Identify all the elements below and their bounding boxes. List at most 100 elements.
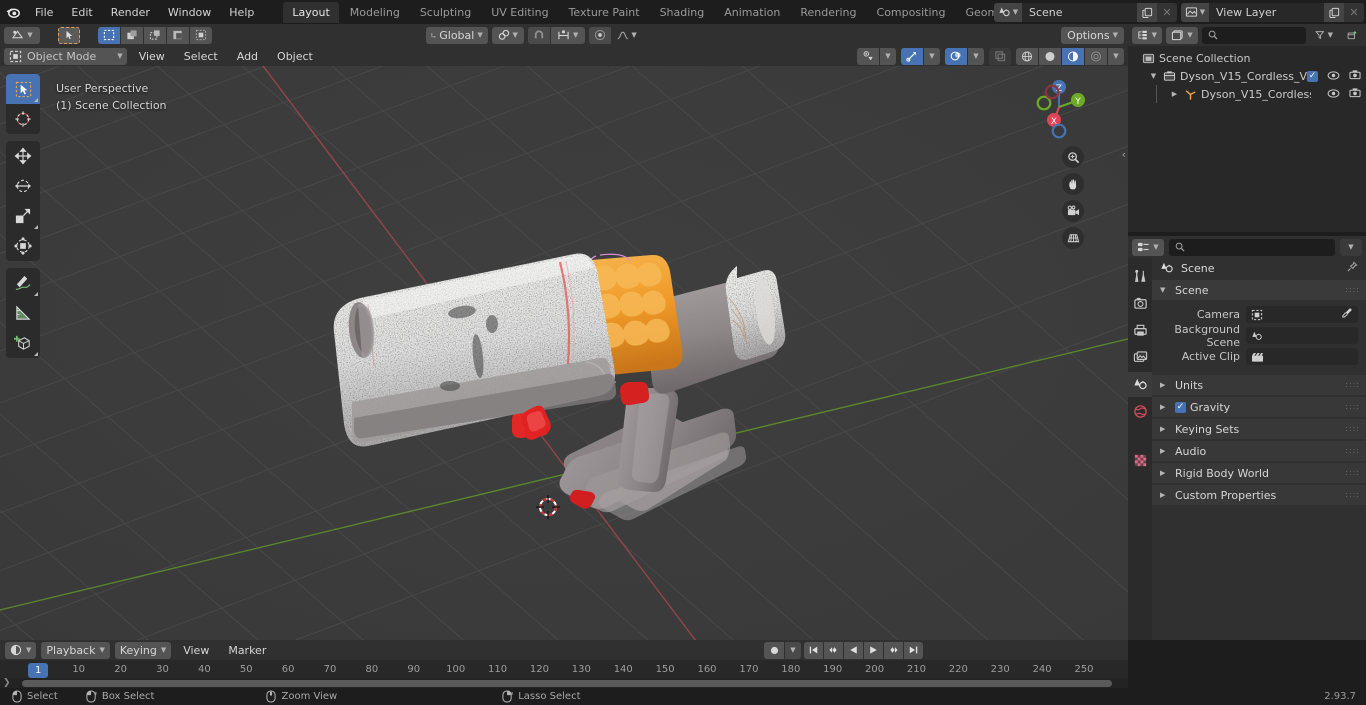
outliner-row-scene-collection[interactable]: Scene Collection [1128, 49, 1366, 67]
proportional-edit-icon[interactable] [588, 26, 611, 44]
playback-menu[interactable]: Playback ▼ [41, 641, 110, 659]
properties-panel[interactable]: Scene ▼ Scene :::: Camera Background Sce… [1152, 258, 1366, 640]
timeline-menu-marker[interactable]: Marker [221, 642, 273, 659]
prev-keyframe-icon[interactable] [824, 641, 843, 659]
options-button[interactable]: Options ▼ [1061, 26, 1124, 44]
object-expand-toggle[interactable]: ▶ [1169, 90, 1180, 98]
outliner-row-collection[interactable]: ▼ Dyson_V15_Cordless_Vacuum ✓ [1128, 67, 1366, 85]
auto-keying-icon[interactable] [764, 641, 784, 659]
material-preview-icon[interactable] [1062, 47, 1084, 65]
timeline-playhead[interactable]: 1 [28, 663, 49, 678]
play-reverse-icon[interactable] [844, 641, 863, 659]
panel-keying-sets-header[interactable]: ▶ Keying Sets :::: [1152, 419, 1366, 439]
magnet-icon[interactable] [527, 26, 550, 44]
visibility-icon[interactable] [857, 47, 879, 65]
menu-file[interactable]: File [26, 3, 62, 22]
active-clip-field[interactable] [1246, 348, 1358, 365]
toggle-ortho-icon[interactable] [1062, 227, 1084, 249]
view-layer-name-field[interactable]: View Layer [1209, 2, 1324, 22]
select-intersect-icon[interactable] [190, 26, 212, 44]
scene-selector[interactable]: ▼ Scene ✕ [994, 2, 1177, 22]
tool-annotate[interactable] [6, 268, 40, 298]
tab-sculpting[interactable]: Sculpting [411, 2, 480, 23]
pin-icon[interactable] [1346, 260, 1358, 276]
new-collection-icon[interactable] [1342, 27, 1362, 44]
timeline-expand-arrow[interactable]: ❯ [3, 678, 11, 688]
3d-viewport[interactable]: User Perspective (1) Scene Collection Z … [0, 66, 1128, 640]
eye-icon[interactable] [1327, 70, 1340, 83]
tab-world[interactable] [1128, 399, 1152, 424]
blender-logo-icon[interactable] [0, 0, 26, 24]
tab-uv-editing[interactable]: UV Editing [482, 2, 557, 23]
timeline-scrollbar[interactable] [22, 680, 1112, 687]
panel-drag-handle[interactable]: :::: [1345, 381, 1360, 389]
panel-drag-handle[interactable]: :::: [1345, 469, 1360, 477]
select-set-icon[interactable] [98, 26, 120, 44]
tab-rendering[interactable]: Rendering [791, 2, 865, 23]
keying-menu[interactable]: Keying ▼ [114, 641, 172, 659]
tool-cursor[interactable] [6, 104, 40, 134]
tab-texture[interactable] [1128, 448, 1152, 473]
viewport-menu-select[interactable]: Select [177, 48, 225, 65]
tab-texture-paint[interactable]: Texture Paint [560, 2, 649, 23]
tab-render[interactable] [1128, 291, 1152, 316]
outliner[interactable]: Scene Collection ▼ Dyson_V15_Cordless_Va… [1128, 46, 1366, 232]
jump-start-icon[interactable] [804, 641, 823, 659]
panel-scene-header[interactable]: ▼ Scene :::: [1152, 280, 1366, 300]
outliner-row-object[interactable]: ▶ Dyson_V15_Cordless_Va [1128, 85, 1366, 103]
tab-modeling[interactable]: Modeling [341, 2, 409, 23]
falloff-selector[interactable]: ▼ [612, 27, 642, 44]
camera-field[interactable] [1246, 306, 1358, 323]
properties-search-input[interactable] [1169, 238, 1335, 256]
solid-icon[interactable] [1039, 47, 1061, 65]
tab-layout[interactable]: Layout [283, 1, 339, 23]
snap-pivot-button[interactable]: ▼ [491, 26, 524, 44]
panel-drag-handle[interactable]: :::: [1345, 447, 1360, 455]
tab-scene[interactable] [1128, 372, 1152, 397]
camera-render-icon[interactable] [1349, 69, 1361, 83]
viewport-menu-view[interactable]: View [132, 48, 172, 65]
background-scene-field[interactable] [1246, 327, 1358, 344]
new-scene-button[interactable] [1137, 2, 1157, 22]
tab-output[interactable] [1128, 318, 1152, 343]
panel-gravity-header[interactable]: ▶ ✓ Gravity :::: [1152, 397, 1366, 417]
eye-icon[interactable] [1327, 88, 1340, 101]
collection-expand-toggle[interactable]: ▼ [1148, 72, 1159, 80]
outliner-editor-type[interactable]: ▼ [1132, 26, 1162, 44]
tab-compositing[interactable]: Compositing [868, 2, 955, 23]
select-subtract-icon[interactable] [144, 26, 166, 44]
shading-dropdown[interactable]: ▼ [1108, 47, 1124, 65]
snap-target-selector[interactable]: ▼ [550, 26, 585, 44]
filter-icon[interactable]: ▼ [1310, 27, 1338, 44]
timeline-editor-type[interactable]: ▼ [5, 641, 37, 659]
camera-view-icon[interactable] [1062, 200, 1084, 222]
camera-render-icon[interactable] [1349, 87, 1361, 101]
viewport-menu-add[interactable]: Add [230, 48, 265, 65]
panel-drag-handle[interactable]: :::: [1345, 403, 1360, 411]
xray-toggle-icon[interactable] [989, 47, 1011, 65]
menu-render[interactable]: Render [102, 3, 159, 22]
panel-audio-header[interactable]: ▶ Audio :::: [1152, 441, 1366, 461]
wireframe-icon[interactable] [1016, 47, 1038, 65]
viewport-menu-object[interactable]: Object [270, 48, 320, 65]
visibility-dropdown[interactable]: ▼ [880, 47, 896, 65]
transform-orientation-selector[interactable]: Global ▼ [425, 26, 488, 44]
menu-window[interactable]: Window [159, 3, 220, 22]
jump-end-icon[interactable] [904, 641, 923, 659]
view-layer-icon[interactable]: ▼ [1181, 2, 1209, 22]
tool-add-cube[interactable] [6, 328, 40, 358]
gravity-checkbox[interactable]: ✓ [1175, 401, 1186, 413]
gizmo-dropdown[interactable]: ▼ [924, 47, 940, 65]
select-difference-icon[interactable] [167, 26, 189, 44]
new-view-layer-button[interactable] [1324, 2, 1344, 22]
tool-scale[interactable] [6, 201, 40, 231]
properties-editor-type[interactable]: ▼ [1132, 238, 1164, 256]
viewport-sidebar-toggle[interactable]: ‹ [1122, 148, 1126, 161]
auto-keying-dropdown[interactable]: ▼ [785, 641, 801, 659]
panel-units-header[interactable]: ▶ Units :::: [1152, 375, 1366, 395]
tab-tool[interactable] [1128, 264, 1152, 289]
play-icon[interactable] [864, 641, 883, 659]
navigation-gizmo[interactable]: Z Y X [1026, 74, 1092, 140]
gizmo-icon[interactable] [901, 47, 923, 65]
overlays-dropdown[interactable]: ▼ [968, 47, 984, 65]
